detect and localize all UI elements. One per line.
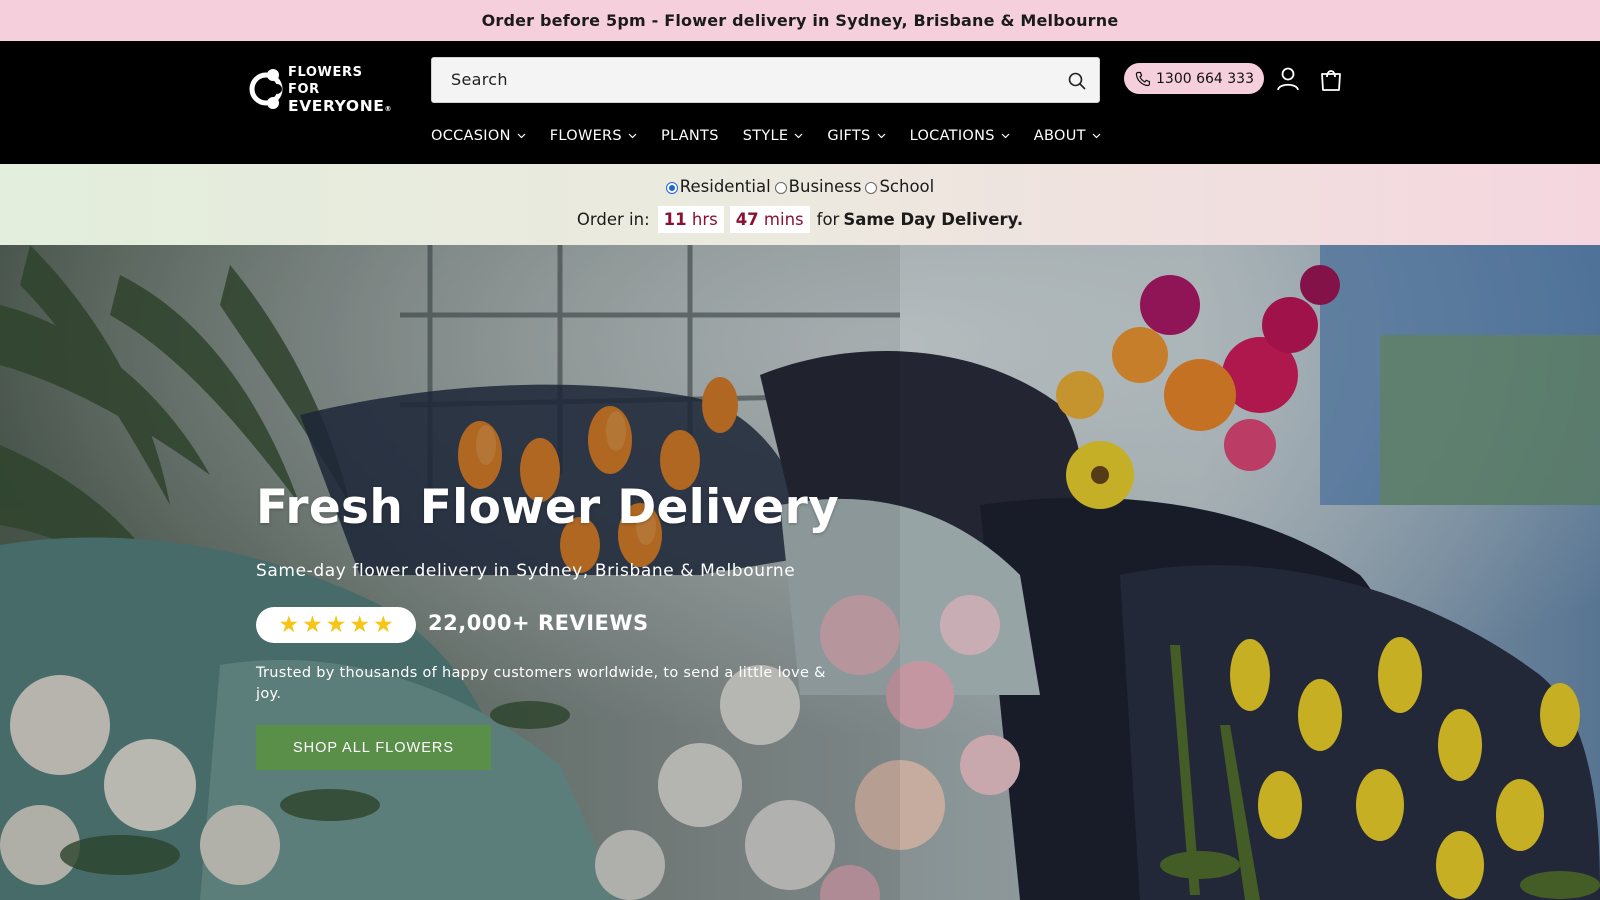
logo-line-1: FLOWERS <box>288 65 363 80</box>
nav-label: ABOUT <box>1033 128 1086 144</box>
logo-line-2: FOR <box>288 81 320 97</box>
radio-label: Business <box>788 177 862 196</box>
radio-button[interactable] <box>865 181 878 194</box>
search-input[interactable]: Search <box>431 57 1100 103</box>
chevron-down-icon <box>1092 133 1101 139</box>
delivery-type-selector: Residential Business School <box>0 177 1600 196</box>
radio-residential[interactable]: Residential <box>665 177 771 196</box>
star-icon: ★ <box>372 611 394 638</box>
phone-button[interactable]: 1300 664 333 <box>1124 63 1264 94</box>
phone-icon <box>1135 71 1150 86</box>
nav-label: LOCATIONS <box>909 128 995 144</box>
countdown-minutes: 47 mins <box>729 206 810 233</box>
hours-unit: hrs <box>691 210 718 229</box>
countdown: Order in: 11 hrs 47 mins for Same Day De… <box>0 206 1600 233</box>
logo[interactable]: FLOWERS FOR EVERYONE® <box>249 63 404 115</box>
account-icon[interactable] <box>1276 66 1300 92</box>
minutes-value: 47 <box>735 210 759 229</box>
announcement-bar: Order before 5pm - Flower delivery in Sy… <box>0 0 1600 41</box>
logo-wordmark: FLOWERS FOR EVERYONE® <box>288 65 392 118</box>
nav-item-flowers[interactable]: FLOWERS <box>550 128 637 144</box>
nav-item-gifts[interactable]: GIFTS <box>827 128 886 144</box>
hero-subtitle: Same-day flower delivery in Sydney, Bris… <box>256 561 796 581</box>
countdown-hours: 11 hrs <box>657 206 724 233</box>
nav-item-about[interactable]: ABOUT <box>1034 128 1101 144</box>
radio-label: School <box>879 177 935 196</box>
nav-label: OCCASION <box>431 128 511 144</box>
delivery-bar: Residential Business School Order in: 11… <box>0 164 1600 245</box>
nav-item-plants[interactable]: PLANTS <box>661 128 719 144</box>
radio-button[interactable] <box>774 181 787 194</box>
radio-business[interactable]: Business <box>774 177 862 196</box>
star-icon: ★ <box>302 611 323 638</box>
chevron-down-icon <box>877 133 886 139</box>
shop-all-flowers-button[interactable]: SHOP ALL FLOWERS <box>256 725 491 770</box>
radio-school[interactable]: School <box>865 177 934 196</box>
hours-value: 11 <box>663 210 687 229</box>
nav-item-occasion[interactable]: OCCASION <box>431 128 526 144</box>
reviews-count: 22,000+ REVIEWS <box>428 611 649 635</box>
star-icon: ★ <box>349 611 370 638</box>
site-header: FLOWERS FOR EVERYONE® Search 1300 664 33… <box>0 41 1600 164</box>
nav-item-locations[interactable]: LOCATIONS <box>910 128 1010 144</box>
rating-stars: ★ ★ ★ ★ ★ <box>256 607 416 643</box>
announcement-text: Order before 5pm - Flower delivery in Sy… <box>481 11 1119 30</box>
logo-line-3: EVERYONE <box>288 97 385 115</box>
hero-title: Fresh Flower Delivery <box>256 480 840 535</box>
cart-icon[interactable] <box>1319 66 1343 92</box>
hero-trusted-text: Trusted by thousands of happy customers … <box>256 665 826 702</box>
countdown-suffix: Same Day Delivery. <box>843 210 1024 229</box>
chevron-down-icon <box>517 133 526 139</box>
radio-label: Residential <box>679 177 771 196</box>
nav-label: FLOWERS <box>549 128 622 144</box>
hero-banner: Fresh Flower Delivery Same-day flower de… <box>0 245 1600 900</box>
nav-label: STYLE <box>742 128 789 144</box>
star-icon: ★ <box>278 611 300 638</box>
search-icon[interactable] <box>1067 71 1087 91</box>
main-nav: OCCASION FLOWERS PLANTS STYLE GIFTS LOCA… <box>431 126 1125 146</box>
logo-registered: ® <box>384 105 393 113</box>
countdown-for: for <box>816 210 840 229</box>
phone-number: 1300 664 333 <box>1156 70 1254 87</box>
nav-label: PLANTS <box>660 128 719 144</box>
chevron-down-icon <box>1001 133 1010 139</box>
star-icon: ★ <box>325 611 347 638</box>
nav-item-style[interactable]: STYLE <box>743 128 804 144</box>
logo-mark-icon <box>249 69 283 109</box>
hero-image <box>0 245 1600 900</box>
countdown-prefix: Order in: <box>576 210 650 229</box>
chevron-down-icon <box>794 133 803 139</box>
radio-button[interactable] <box>665 181 678 194</box>
chevron-down-icon <box>628 133 637 139</box>
nav-label: GIFTS <box>827 128 871 144</box>
search-placeholder: Search <box>451 70 508 89</box>
minutes-unit: mins <box>763 210 804 229</box>
